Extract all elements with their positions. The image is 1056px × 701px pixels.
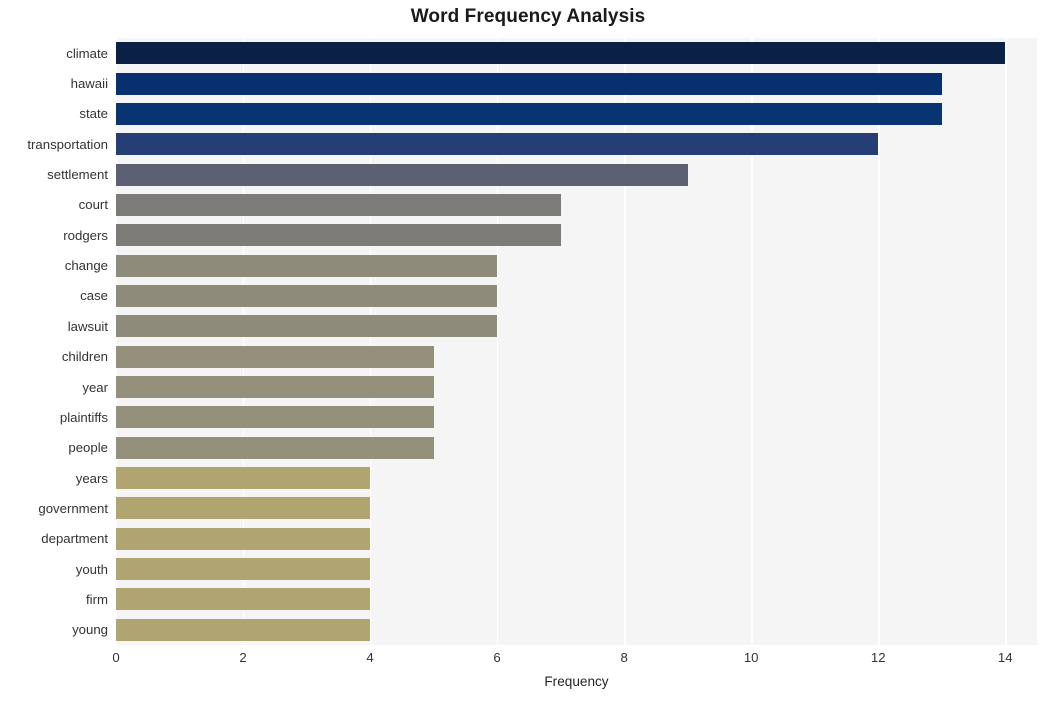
y-axis-tick-labels: climate hawaii state transportation settleme… [0,38,1056,645]
x-tick-label-4: 4 [366,650,374,665]
y-tick-label-rodgers: rodgers [63,227,108,243]
chart-title: Word Frequency Analysis [410,6,646,27]
y-tick-label-youth: youth [75,561,108,577]
y-tick-label-people: people [68,440,108,456]
y-tick-label-case: case [80,288,108,304]
y-tick-label-years: years [75,470,108,486]
x-tick-label-0: 0 [112,650,120,665]
y-tick-label-plaintiffs: plaintiffs [59,409,108,425]
y-tick-label-climate: climate [66,45,108,61]
x-axis-tick-labels: 0 2 4 6 8 10 12 14 [0,650,1056,672]
word-frequency-bar-chart: Word Frequency Analysis climate hawaii sta… [0,0,1056,701]
y-tick-label-change: change [64,258,108,274]
y-tick-label-transportation: transportation [27,136,108,152]
y-tick-label-court: court [78,197,108,213]
x-tick-label-6: 6 [493,650,501,665]
x-axis-label: Frequency [544,674,609,689]
x-tick-label-14: 14 [997,650,1013,665]
y-tick-label-firm: firm [86,591,108,607]
x-tick-label-12: 12 [870,650,886,665]
y-tick-label-state: state [79,106,108,122]
y-tick-label-lawsuit: lawsuit [67,318,108,334]
x-tick-label-10: 10 [743,650,759,665]
y-tick-label-department: department [41,531,108,547]
y-tick-label-settlement: settlement [47,167,108,183]
y-tick-label-children: children [61,349,108,365]
y-tick-label-hawaii: hawaii [70,76,108,92]
y-tick-label-year: year [82,379,108,395]
y-tick-label-government: government [38,500,108,516]
y-tick-label-young: young [72,622,108,638]
x-tick-label-8: 8 [620,650,628,665]
x-tick-label-2: 2 [239,650,247,665]
